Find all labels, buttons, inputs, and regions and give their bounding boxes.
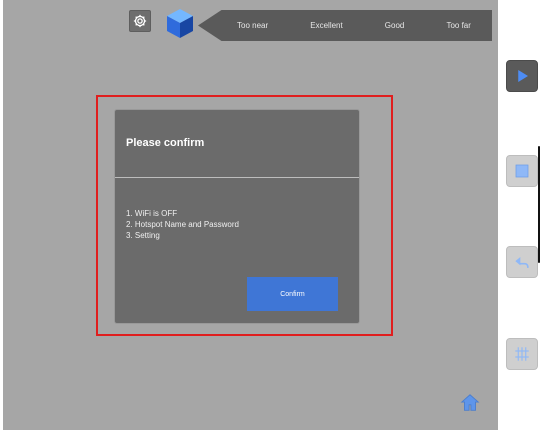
distance-label-good: Good: [384, 21, 405, 30]
square-button[interactable]: [506, 155, 538, 187]
settings-button[interactable]: [129, 10, 151, 32]
distance-label-excellent: Excellent: [310, 21, 343, 30]
play-button[interactable]: [506, 60, 538, 92]
distance-label-too-far: Too far: [446, 21, 471, 30]
home-button[interactable]: [457, 390, 483, 416]
grid-icon: [515, 347, 529, 361]
distance-labels: Too near Excellent Good Too far: [198, 10, 492, 41]
undo-icon: [515, 257, 529, 268]
confirmation-dialog: Please confirm 1. WiFi is OFF 2. Hotspot…: [115, 110, 359, 323]
checklist-item-hotspot: 2. Hotspot Name and Password: [126, 220, 239, 229]
distance-label-too-near: Too near: [237, 21, 269, 30]
play-icon: [518, 70, 528, 82]
grid-button[interactable]: [506, 338, 538, 370]
vertical-scroll-indicator[interactable]: [538, 146, 540, 263]
home-icon: [460, 394, 480, 411]
undo-button[interactable]: [506, 246, 538, 278]
dialog-divider: [115, 177, 359, 178]
checklist-item-setting: 3. Setting: [126, 231, 160, 240]
confirm-button[interactable]: Confirm: [247, 277, 338, 311]
dialog-title: Please confirm: [126, 137, 205, 149]
cube-icon: [167, 9, 193, 38]
checklist-item-wifi: 1. WiFi is OFF: [126, 209, 178, 218]
gear-icon: [133, 14, 147, 28]
square-icon: [515, 164, 529, 178]
confirmation-checklist: 1. WiFi is OFF 2. Hotspot Name and Passw…: [126, 208, 239, 241]
